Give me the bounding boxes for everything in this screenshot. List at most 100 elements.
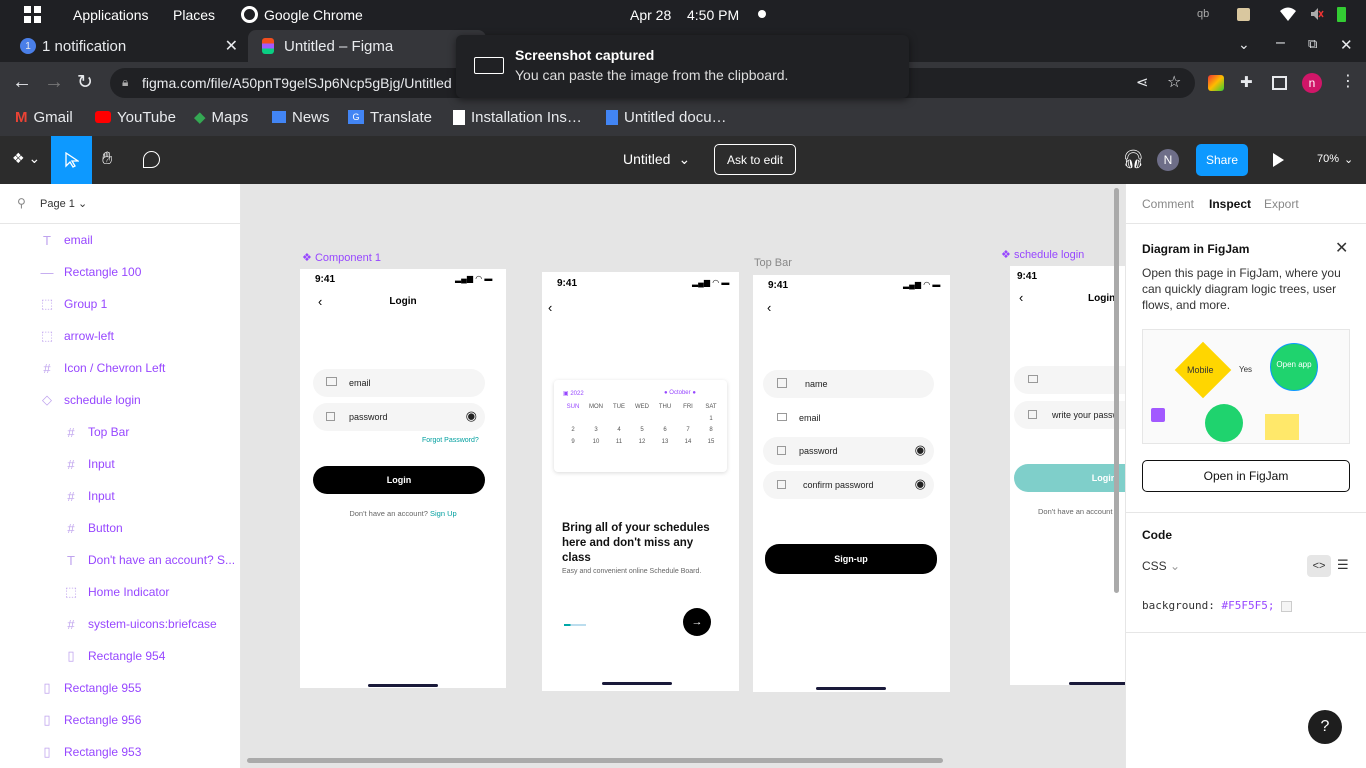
bookmark-news[interactable]: News xyxy=(272,104,330,130)
layer-item[interactable]: ⬚ Group 1 xyxy=(40,294,108,314)
back-icon[interactable]: ← xyxy=(12,71,32,94)
login-frame[interactable]: 9:41 ▂▄▆ ◠ ▬ ‹ Login email password ◉ For… xyxy=(300,269,506,688)
date-label[interactable]: Apr 28 xyxy=(630,7,671,23)
tab-figma[interactable]: Untitled – Figma xyxy=(248,30,486,62)
zoom-menu[interactable]: 70% ⌄ xyxy=(1317,153,1353,166)
horizontal-scrollbar[interactable] xyxy=(247,758,943,763)
screenshot-toast[interactable]: Screenshot captured You can paste the im… xyxy=(456,35,909,98)
tab-export[interactable]: Export xyxy=(1264,197,1299,211)
bookmark-gmail[interactable]: M Gmail xyxy=(15,104,73,130)
eye-icon: ◉ xyxy=(914,476,926,491)
bookmark-translate[interactable]: G Translate xyxy=(348,104,432,130)
layer-item[interactable]: ⬚ arrow-left xyxy=(40,326,114,346)
tray-app-icon[interactable] xyxy=(1237,8,1250,21)
reload-icon[interactable]: ↻ xyxy=(77,71,93,94)
layer-item[interactable]: # Icon / Chevron Left xyxy=(40,358,165,378)
bookmark-maps[interactable]: ◆ Maps xyxy=(194,104,248,130)
url-text[interactable]: figma.com/file/A50pnT9gelSJp6Ncp5gBjg/Un… xyxy=(142,75,460,91)
tab-notification[interactable]: 1 1 notification ✕ xyxy=(8,30,248,62)
bookmark-star-icon[interactable]: ☆ xyxy=(1167,72,1181,92)
layer-item[interactable]: Temail xyxy=(40,230,93,250)
bookmark-installation[interactable]: Installation Ins… xyxy=(453,104,582,130)
wifi-icon[interactable] xyxy=(1280,7,1296,21)
minimize-icon[interactable]: – xyxy=(1276,34,1285,52)
frame-label-topbar[interactable]: Top Bar xyxy=(754,257,792,269)
design-canvas[interactable]: ❖ Component 1 Top Bar ❖ schedule login 9… xyxy=(241,184,1125,768)
bookmark-label: Maps xyxy=(211,108,249,126)
keyboard-layout-icon[interactable]: qb xyxy=(1197,8,1209,20)
signup-frame[interactable]: 9:41 ▂▄▆ ◠ ▬ ‹ name email password ◉ conf… xyxy=(753,275,950,692)
headphones-icon[interactable]: 🎧︎ xyxy=(1122,149,1145,170)
weekday-label: WED xyxy=(635,404,649,410)
open-in-figjam-button[interactable]: Open in FigJam xyxy=(1142,460,1350,492)
layer-item[interactable]: ▯ Rectangle 955 xyxy=(40,678,141,698)
chevron-down-icon: ⌄ xyxy=(77,198,88,210)
bookmark-untitled-doc[interactable]: Untitled docu… xyxy=(606,104,727,130)
profile-avatar[interactable]: n xyxy=(1302,73,1322,93)
chevron-down-icon: ⌄ xyxy=(1344,154,1354,166)
layer-item[interactable]: # Input xyxy=(64,486,114,506)
lock-icon[interactable]: 🔒︎ xyxy=(122,75,128,90)
frame-label-schedule-login[interactable]: ❖ schedule login xyxy=(1001,248,1084,261)
share-button[interactable]: Share xyxy=(1196,144,1248,176)
layer-item[interactable]: # Top Bar xyxy=(64,422,129,442)
layer-item[interactable]: # Input xyxy=(64,454,114,474)
code-value: #F5F5F5; xyxy=(1221,599,1275,612)
volume-muted-icon[interactable] xyxy=(1310,7,1324,21)
search-icon[interactable]: ⚲ xyxy=(17,196,26,210)
move-tool-button[interactable] xyxy=(51,136,92,184)
bookmark-youtube[interactable]: YouTube xyxy=(95,104,176,130)
extension-icon[interactable] xyxy=(1208,75,1224,91)
tab-comment[interactable]: Comment xyxy=(1142,197,1194,211)
google-docs-icon xyxy=(606,109,618,125)
layer-item[interactable]: ◇ schedule login xyxy=(40,390,141,410)
hand-tool-icon[interactable]: ✋︎ xyxy=(102,148,112,169)
tab-inspect[interactable]: Inspect xyxy=(1209,197,1251,211)
forward-icon[interactable]: → xyxy=(44,71,64,94)
frame-label-component1[interactable]: ❖ Component 1 xyxy=(302,251,381,264)
schedule-login-frame[interactable]: 9:41 ‹ Login write your passw Login Don'… xyxy=(1010,266,1125,685)
comment-tool-icon[interactable] xyxy=(143,151,160,168)
list-view-icon[interactable]: ☰ xyxy=(1337,557,1349,573)
time-label[interactable]: 4:50 PM xyxy=(687,7,739,23)
layer-item[interactable]: ▯ Rectangle 954 xyxy=(64,646,165,666)
close-tab-icon[interactable]: ✕ xyxy=(225,36,238,56)
file-title-menu[interactable]: Untitled ⌄ xyxy=(623,151,690,168)
page-selector[interactable]: Page 1 ⌄ xyxy=(40,197,87,210)
apps-grid-icon[interactable] xyxy=(24,6,41,23)
close-window-icon[interactable]: ✕ xyxy=(1340,36,1353,54)
layer-item[interactable]: ▯ Rectangle 956 xyxy=(40,710,141,730)
calendar-day: 9 xyxy=(571,438,575,445)
active-app-menu[interactable]: Google Chrome xyxy=(264,7,363,23)
user-avatar[interactable]: N xyxy=(1157,149,1179,171)
present-play-icon[interactable] xyxy=(1273,153,1284,167)
vertical-scrollbar[interactable] xyxy=(1114,188,1119,593)
chevron-down-icon: ⌄ xyxy=(678,151,691,167)
layer-item[interactable]: # system-uicons:briefcase xyxy=(64,614,216,634)
share-page-icon[interactable]: ⋖ xyxy=(1136,73,1149,91)
layer-item[interactable]: ▯ Rectangle 953 xyxy=(40,742,141,762)
figma-main-menu[interactable]: ❖ ⌄ xyxy=(12,150,40,167)
battery-icon[interactable] xyxy=(1337,7,1346,22)
applications-menu[interactable]: Applications xyxy=(73,7,149,23)
layer-item[interactable]: — Rectangle 100 xyxy=(40,262,142,282)
side-panel-icon[interactable] xyxy=(1272,76,1287,90)
tab-search-icon[interactable]: ⌄ xyxy=(1238,36,1250,53)
layer-item[interactable]: # Button xyxy=(64,518,122,538)
code-line[interactable]: background: #F5F5F5; xyxy=(1142,599,1293,612)
code-view-icon[interactable]: <> xyxy=(1307,555,1331,577)
places-menu[interactable]: Places xyxy=(173,7,215,23)
help-button[interactable]: ? xyxy=(1308,710,1342,744)
calendar-day: 7 xyxy=(686,427,690,433)
onboarding-frame[interactable]: 9:41 ▂▄▆ ◠ ▬ ‹ ▣ 2022 ● October ● SUN MON… xyxy=(542,272,739,691)
properties-panel: Comment Inspect Export Diagram in FigJam… xyxy=(1125,184,1366,768)
layer-item[interactable]: ⬚ Home Indicator xyxy=(64,582,170,602)
maximize-icon[interactable]: ⧉ xyxy=(1308,36,1317,52)
menu-kebab-icon[interactable]: ⋮ xyxy=(1340,71,1356,91)
puzzle-extensions-icon[interactable]: ✚ xyxy=(1240,73,1253,91)
close-icon[interactable]: ✕ xyxy=(1335,238,1348,258)
code-language-select[interactable]: CSS ⌄ xyxy=(1142,559,1180,573)
layer-item[interactable]: T Don't have an account? S... xyxy=(64,550,235,570)
ask-to-edit-button[interactable]: Ask to edit xyxy=(714,144,796,175)
signup-link: Sign Up xyxy=(429,509,457,518)
